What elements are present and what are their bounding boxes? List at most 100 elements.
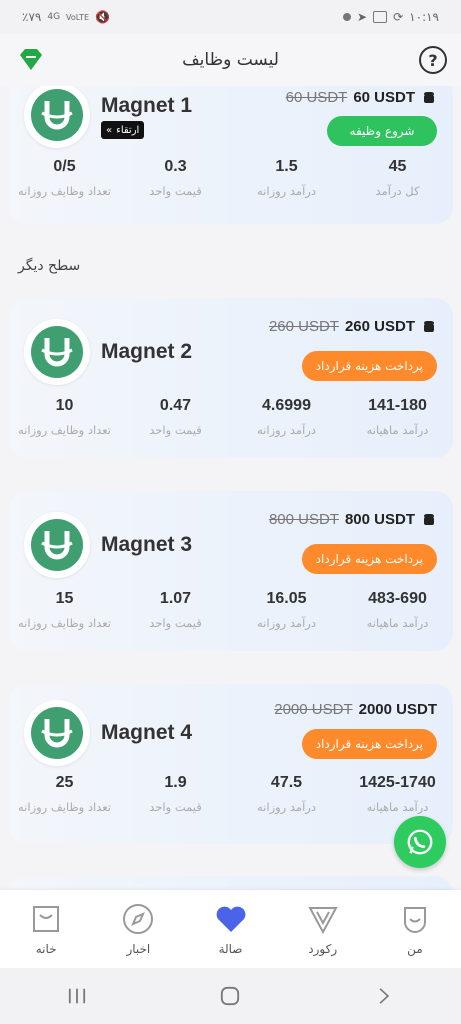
- profile-icon: [403, 907, 426, 933]
- tab-me[interactable]: من: [375, 902, 455, 956]
- pay-contract-button[interactable]: پرداخت هزینه قرارداد: [301, 544, 437, 574]
- new-price: 800 USDT: [344, 511, 415, 528]
- stat-value: 0.3: [164, 158, 187, 175]
- task-name: Magnet 2: [101, 340, 193, 363]
- new-price: 260 USDT: [344, 318, 415, 335]
- home-nav-icon[interactable]: [210, 981, 250, 1011]
- stat-label: تعداد وظایف روزانه: [18, 423, 111, 437]
- stat-monthly-income: 483-690 درآمد ماهیانه: [342, 590, 453, 630]
- task-stats: 483-690 درآمد ماهیانه 16.05 درآمد روزانه 1…: [9, 590, 453, 630]
- tab-hall[interactable]: صالة: [191, 902, 271, 956]
- new-price: 2000 USDT: [358, 701, 437, 718]
- task-card-magnet-2: Magnet 2 260 USDT 260 USDT پرداخت هزینه …: [9, 298, 453, 458]
- magnet-logo-icon: [24, 512, 90, 578]
- price-row: 800 USDT 800 USDT: [269, 511, 437, 528]
- stat-daily-tasks: 15 تعداد وظایف روزانه: [9, 590, 120, 630]
- price-row: 260 USDT 260 USDT: [269, 318, 437, 335]
- stat-value: 1425-1740: [359, 774, 436, 791]
- stat-value: 4.6999: [262, 397, 311, 414]
- help-icon[interactable]: ?: [419, 46, 447, 74]
- stat-value: 0/5: [53, 158, 76, 175]
- status-time: ۱۰:۱۹: [409, 10, 439, 24]
- stat-value: 47.5: [270, 774, 303, 791]
- stat-label: درآمد ماهیانه: [366, 616, 429, 630]
- app-root: { "status": { "left": "٪۷۹", "network": …: [0, 0, 461, 1024]
- stat-total-income: 45 کل درآمد: [342, 158, 453, 198]
- stat-label: تعداد وظایف روزانه: [18, 800, 111, 814]
- android-icon: [424, 320, 434, 332]
- stat-label: قیمت واحد: [149, 184, 202, 198]
- stat-label: درآمد روزانه: [257, 616, 316, 630]
- compass-icon: [123, 904, 154, 934]
- stat-unit-price: 1.9 قیمت واحد: [120, 774, 231, 814]
- magnet-logo-icon: [24, 86, 90, 148]
- telegram-icon: ➤: [357, 10, 368, 24]
- stat-value: 141-180: [368, 397, 427, 414]
- back-nav-icon[interactable]: [364, 981, 404, 1011]
- status-bar: ٪۷۹ 4G VoLTE 🔇 ➤ ⟳ ۱۰:۱۹: [0, 0, 461, 34]
- tab-news[interactable]: اخبار: [98, 902, 178, 956]
- android-icon: [424, 513, 434, 525]
- task-stats: 141-180 درآمد ماهیانه 4.6999 درآمد روزانه …: [9, 397, 453, 437]
- stat-value: 25: [55, 774, 74, 791]
- stat-value: 1.07: [159, 590, 192, 607]
- whatsapp-icon: [407, 829, 433, 855]
- task-stats: 1425-1740 درآمد ماهیانه 47.5 درآمد روزانه …: [9, 774, 453, 814]
- stat-label: کل درآمد: [375, 184, 420, 198]
- stat-label: درآمد روزانه: [257, 423, 316, 437]
- new-price: 60 USDT: [353, 89, 415, 106]
- upgrade-badge-label: ارتقاء: [116, 124, 140, 136]
- stat-value: 16.05: [266, 590, 307, 607]
- stat-label: درآمد روزانه: [257, 184, 316, 198]
- stat-label: درآمد روزانه: [257, 800, 316, 814]
- old-price: 800 USDT: [268, 511, 339, 528]
- tab-label: من: [407, 942, 423, 956]
- record-icon: [308, 907, 338, 935]
- tab-label: صالة: [218, 942, 243, 956]
- task-card-magnet-4: Magnet 4 2000 USDT 2000 USDT پرداخت هزین…: [9, 684, 453, 844]
- stat-value: 0.47: [159, 397, 192, 414]
- android-icon: [424, 91, 434, 103]
- stat-daily-tasks: 25 تعداد وظایف روزانه: [9, 774, 120, 814]
- stat-daily-income: 16.05 درآمد روزانه: [231, 590, 342, 630]
- pay-contract-button[interactable]: پرداخت هزینه قرارداد: [301, 729, 437, 759]
- stat-monthly-income: 1425-1740 درآمد ماهیانه: [342, 774, 453, 814]
- stat-daily-income: 47.5 درآمد روزانه: [231, 774, 342, 814]
- task-name: Magnet 1: [101, 94, 193, 117]
- stat-unit-price: 1.07 قیمت واحد: [120, 590, 231, 630]
- page-title: لیست وظایف: [182, 50, 279, 70]
- task-list[interactable]: Magnet 1 « ارتقاء 60 USDT 60 USDT شروع و…: [0, 86, 461, 890]
- stat-value: 1.9: [164, 774, 187, 791]
- stat-label: تعداد وظایف روزانه: [18, 184, 111, 198]
- tab-record[interactable]: رکورد: [283, 902, 363, 956]
- tab-label: رکورد: [308, 942, 338, 956]
- stat-label: تعداد وظایف روزانه: [18, 616, 111, 630]
- stat-label: قیمت واحد: [149, 616, 202, 630]
- sync-icon: ⟳: [393, 10, 404, 24]
- stat-daily-income: 1.5 درآمد روزانه: [231, 158, 342, 198]
- pay-contract-button[interactable]: پرداخت هزینه قرارداد: [301, 351, 437, 381]
- stat-unit-price: 0.47 قیمت واحد: [120, 397, 231, 437]
- stat-value: 1.5: [275, 158, 298, 175]
- hall-heart-icon: [216, 906, 245, 932]
- gallery-icon: [373, 11, 388, 23]
- stat-value: 15: [55, 590, 74, 607]
- page-header: لیست وظایف ?: [0, 34, 461, 86]
- status-right: ➤ ⟳ ۱۰:۱۹: [343, 10, 439, 24]
- vip-diamond-icon[interactable]: [18, 48, 44, 72]
- tab-label: خانه: [35, 942, 57, 956]
- whatsapp-button[interactable]: [394, 816, 446, 868]
- stat-daily-income: 4.6999 درآمد روزانه: [231, 397, 342, 437]
- old-price: 2000 USDT: [274, 701, 353, 718]
- upgrade-arrows-icon: «: [106, 124, 113, 136]
- price-row: 2000 USDT 2000 USDT: [274, 701, 437, 718]
- recent-apps-icon[interactable]: [57, 981, 97, 1011]
- home-icon: [33, 906, 60, 932]
- stat-value: 483-690: [368, 590, 427, 607]
- stat-value: 45: [388, 158, 407, 175]
- bottom-tab-bar: من رکورد صالة اخبار خانه: [0, 890, 461, 968]
- start-task-button[interactable]: شروع وظیفه: [327, 116, 437, 146]
- price-row: 60 USDT 60 USDT: [286, 89, 437, 106]
- upgrade-badge[interactable]: « ارتقاء: [101, 121, 145, 139]
- tab-home[interactable]: خانه: [6, 902, 86, 956]
